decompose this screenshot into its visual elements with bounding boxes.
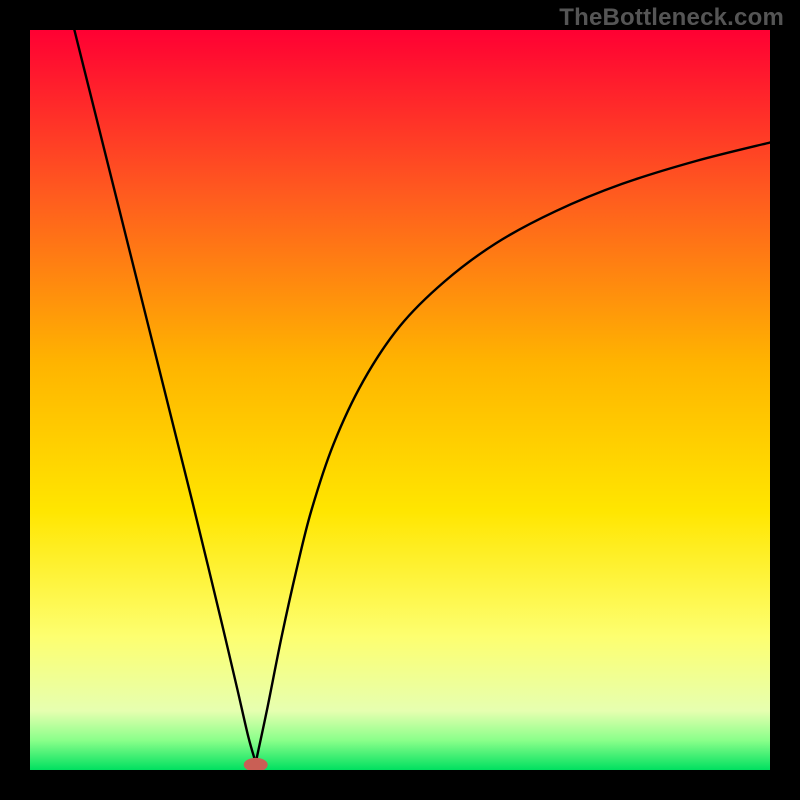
chart-svg bbox=[30, 30, 770, 770]
plot-area bbox=[30, 30, 770, 770]
gradient-background bbox=[30, 30, 770, 770]
chart-frame: TheBottleneck.com bbox=[0, 0, 800, 800]
watermark-text: TheBottleneck.com bbox=[559, 4, 784, 32]
